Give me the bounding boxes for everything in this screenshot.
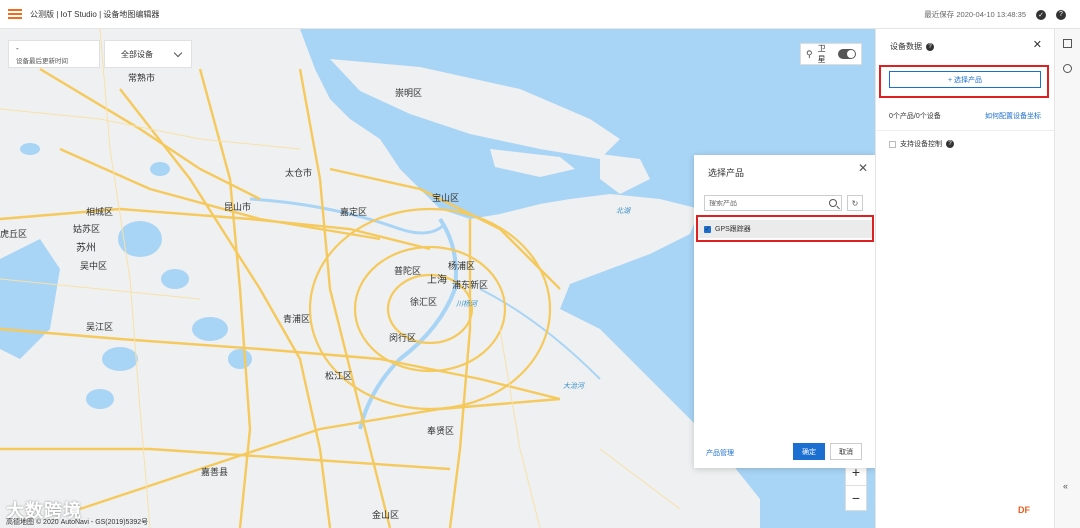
satellite-toggle[interactable]: ⚲ 卫星 [800, 43, 862, 65]
map-label: 松江区 [325, 371, 353, 381]
check-icon[interactable]: ✓ [1036, 9, 1046, 20]
df-logo: DF [1018, 505, 1030, 515]
highlight-box [879, 65, 1049, 98]
map-label: 奉贤区 [427, 426, 455, 436]
zoom-out-button[interactable]: − [846, 484, 866, 511]
time-filter[interactable]: - 设备最后更新时间 [8, 40, 100, 68]
device-data-panel: 设备数据 ? ✕ + 选择产品 0个产品/0个设备 如何配置设备坐标 支持设备控… [875, 29, 1055, 528]
map-label: 大治河 [563, 383, 584, 390]
product-manage-link[interactable]: 产品管理 [706, 448, 734, 458]
map-label: 北湖 [616, 208, 630, 215]
device-filter-select[interactable]: 全部设备 [104, 40, 192, 68]
map-copyright: 高德地图 © 2020 AutoNavi - GS(2019)5392号 [6, 519, 149, 526]
support-control-checkbox[interactable] [889, 140, 896, 148]
menu-icon[interactable] [8, 9, 22, 19]
map-label: 姑苏区 [73, 224, 101, 234]
map-label: 虎丘区 [0, 229, 28, 239]
config-coords-link[interactable]: 如何配置设备坐标 [985, 111, 1041, 121]
map-label: 上海 [427, 275, 447, 286]
support-control-option[interactable]: 支持设备控制 ? [889, 139, 954, 149]
divider [876, 130, 1055, 131]
device-filter-value: 全部设备 [121, 49, 153, 59]
time-filter-value: - [16, 44, 19, 53]
chevron-down-icon [173, 48, 183, 57]
highlight-box [696, 215, 874, 242]
map-label: 太仓市 [285, 168, 313, 178]
map-label: 吴中区 [80, 261, 108, 271]
refresh-button[interactable]: ↻ [847, 195, 863, 211]
satellite-icon: ⚲ [806, 48, 813, 59]
satellite-label: 卫星 [817, 44, 826, 64]
map-label: 普陀区 [394, 266, 422, 276]
product-search [704, 195, 842, 211]
map-label: 崇明区 [395, 88, 423, 98]
help-icon[interactable]: ? [926, 42, 934, 51]
map-label: 徐汇区 [410, 297, 438, 307]
dialog-title: 选择产品 [708, 168, 745, 178]
search-icon[interactable] [829, 199, 837, 207]
select-product-dialog: 选择产品 ✕ ↻ ✓ GPS跟踪器 产品管理 确定 取消 [694, 155, 875, 468]
map-label: 相城区 [86, 207, 114, 217]
time-filter-label: 设备最后更新时间 [16, 58, 68, 65]
satellite-switch[interactable] [838, 49, 856, 59]
confirm-button[interactable]: 确定 [793, 443, 825, 460]
collapse-icon[interactable]: « [1063, 481, 1068, 491]
top-right-actions: 最近保存 2020-04-10 13:48:35 ✓ ? [924, 0, 1066, 29]
map-label: 金山区 [372, 510, 400, 520]
close-icon[interactable]: ✕ [858, 161, 868, 175]
map-label: 嘉定区 [340, 207, 368, 217]
map-label: 苏州 [76, 243, 96, 254]
map-label: 川杨河 [456, 301, 477, 308]
right-rail: « [1054, 29, 1080, 528]
map-label: 闵行区 [389, 333, 417, 343]
help-icon[interactable]: ? [946, 140, 954, 148]
map-label: 嘉善县 [201, 467, 229, 477]
product-device-count: 0个产品/0个设备 [889, 113, 941, 120]
last-saved-time: 最近保存 2020-04-10 13:48:35 [924, 10, 1026, 19]
app-title: 公测版 | IoT Studio | 设备地图编辑器 [30, 9, 160, 19]
location-icon[interactable] [1063, 64, 1072, 73]
map-label: 浦东新区 [452, 280, 489, 290]
map-label: 宝山区 [432, 193, 460, 203]
map-label: 吴江区 [86, 322, 114, 332]
top-bar: 公测版 | IoT Studio | 设备地图编辑器 最近保存 2020-04-… [0, 0, 1080, 29]
map-label: 常熟市 [128, 73, 156, 83]
panel-title: 设备数据 ? [890, 41, 934, 52]
panel-title-text: 设备数据 [890, 42, 922, 51]
grid-icon[interactable] [1063, 39, 1072, 48]
support-control-label: 支持设备控制 [900, 141, 942, 148]
help-icon[interactable]: ? [1056, 9, 1066, 20]
map-label: 杨浦区 [448, 261, 476, 271]
close-icon[interactable]: ✕ [1033, 38, 1042, 51]
product-search-input[interactable] [709, 199, 819, 207]
cancel-button[interactable]: 取消 [830, 443, 862, 460]
map-label: 青浦区 [283, 314, 311, 324]
map-label: 昆山市 [224, 202, 252, 212]
